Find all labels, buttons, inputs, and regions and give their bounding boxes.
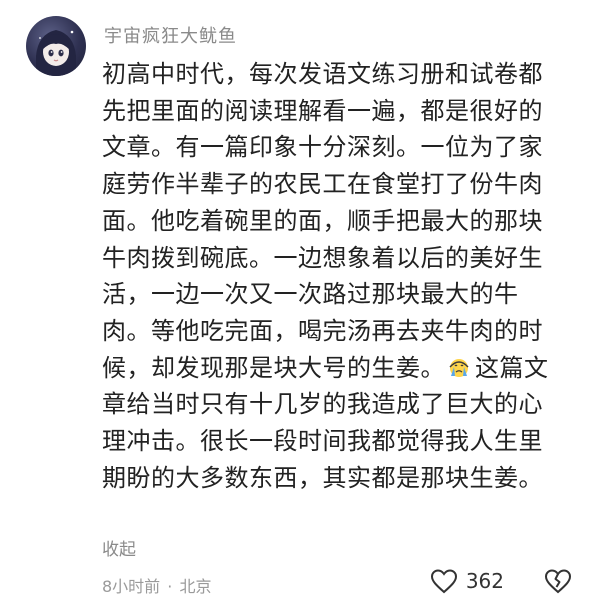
comment-line: 牛肉拨到碗底。一边想象着以后的美好生 [102,243,543,272]
broken-heart-icon [544,568,572,594]
comment-line: 面。他吃着碗里的面，顺手把最大的那块 [102,206,543,235]
comment-line-with-emoji: 候，却发现那是块大号的生姜。 这篇文 [102,350,588,387]
comment-line: 初高中时代，每次发语文练习册和试卷都 [102,60,543,88]
comment-text-segment: 这篇文 [475,353,549,382]
avatar[interactable] [26,16,86,76]
comment-line: 理冲击。很长一段时间我都觉得我人生里 [102,427,543,456]
comment-line: 先把里面的阅读理解看一遍，都是很好的 [102,96,543,125]
comment-line: 期盼的大多数东西，其实都是那块生姜。 [102,463,543,492]
username[interactable]: 宇宙疯狂大鱿鱼 [104,22,237,48]
comment-body: 初高中时代，每次发语文练习册和试卷都 先把里面的阅读理解看一遍，都是很好的 文章… [102,56,588,496]
collapse-button[interactable]: 收起 [102,535,136,560]
meta-separator: · [167,577,173,596]
comment-line: 文章。有一篇印象十分深刻。一位为了家 [102,133,543,162]
comment-line: 章给当时只有十几岁的我造成了巨大的心 [102,390,543,419]
comment-meta: 8小时前 · 北京 [102,573,211,597]
comment-line: 活，一边一次又一次路过那块最大的牛 [102,280,519,309]
comment-location: 北京 [179,577,212,596]
like-count: 362 [465,569,504,593]
comment-actions: 362 [430,568,572,594]
comment-line: 庭劳作半辈子的农民工在食堂打了份牛肉 [102,170,543,199]
heart-outline-icon [430,568,458,594]
dislike-button[interactable] [544,568,572,594]
comment-text-segment: 候，却发现那是块大号的生姜。 [102,353,445,382]
like-button[interactable]: 362 [430,568,504,594]
avatar-illustration [36,30,76,76]
crying-face-emoji-icon [447,353,473,377]
comment-time: 8小时前 [102,577,161,596]
comment-line: 肉。等他吃完面，喝完汤再去夹牛肉的时 [102,316,543,345]
